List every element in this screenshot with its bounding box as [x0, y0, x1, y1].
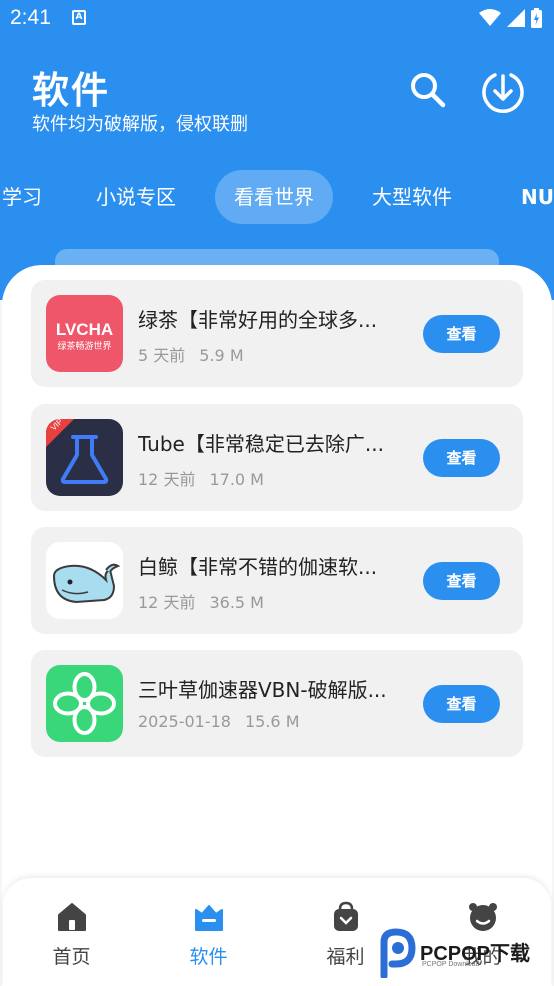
app-meta: 5 天前 5.9 M: [138, 342, 258, 366]
page-title: 软件: [32, 69, 110, 112]
tab-nu[interactable]: NU: [521, 170, 554, 224]
page-subtitle: 软件均为破解版，侵权联删: [32, 114, 248, 135]
home-icon: [57, 903, 86, 931]
tab-large-software[interactable]: 大型软件: [372, 170, 452, 224]
view-button[interactable]: 查看: [423, 562, 500, 600]
status-time: 2:41: [10, 6, 51, 29]
app-name: Tube【非常稳定已去除广...: [138, 432, 384, 456]
clover-app-icon: [46, 665, 123, 742]
pcpop-watermark: PCPOP下载 PCPOP Download: [376, 925, 554, 986]
app-updated: 12 天前: [138, 470, 196, 489]
app-updated: 2025-01-18: [138, 712, 231, 731]
search-icon: [411, 73, 446, 108]
nav-label: 软件: [189, 946, 228, 968]
whale-app-icon: [46, 542, 123, 619]
nav-software[interactable]: 软件: [140, 878, 277, 986]
app-card[interactable]: LVCHA 绿茶畅游世界 绿茶【非常好用的全球多... 5 天前 5.9 M 查看: [31, 280, 523, 387]
nav-label: 首页: [52, 946, 91, 968]
app-meta: 12 天前 36.5 M: [138, 589, 278, 613]
app-size: 17.0 M: [209, 470, 264, 489]
tab-see-world[interactable]: 看看世界: [215, 170, 333, 224]
tab-study[interactable]: 学习: [2, 170, 42, 224]
software-icon: [194, 905, 223, 931]
download-button[interactable]: [481, 70, 525, 114]
wifi-icon: [479, 9, 501, 26]
pcpop-logo-icon: [380, 928, 416, 978]
status-icons: [479, 8, 542, 28]
lvcha-app-icon: LVCHA 绿茶畅游世界: [46, 295, 123, 372]
app-card[interactable]: 白鲸【非常不错的伽速软... 12 天前 36.5 M 查看: [31, 527, 523, 634]
view-button[interactable]: 查看: [423, 315, 500, 353]
app-card[interactable]: 三叶草伽速器VBN-破解版... 2025-01-18 15.6 M 查看: [31, 650, 523, 757]
app-name: 绿茶【非常好用的全球多...: [138, 308, 378, 332]
app-size: 5.9 M: [199, 346, 244, 365]
app-meta: 12 天前 17.0 M: [138, 466, 278, 490]
app-size: 15.6 M: [244, 712, 300, 731]
view-button[interactable]: 查看: [423, 685, 500, 723]
signal-icon: [507, 9, 525, 27]
battery-icon: [531, 8, 542, 28]
view-button[interactable]: 查看: [423, 439, 500, 477]
notification-icon: A: [72, 10, 86, 25]
app-name: 三叶草伽速器VBN-破解版...: [138, 678, 387, 702]
app-card[interactable]: VIP Tube【非常稳定已去除广... 12 天前 17.0 M 查看: [31, 404, 523, 511]
tab-novels[interactable]: 小说专区: [96, 170, 176, 224]
nav-home[interactable]: 首页: [3, 878, 140, 986]
watermark-subtext: PCPOP Download: [422, 961, 480, 968]
download-icon: [482, 73, 524, 113]
flask-app-icon: VIP: [46, 419, 123, 496]
app-updated: 5 天前: [138, 346, 186, 365]
app-size: 36.5 M: [209, 593, 264, 612]
category-tabs: 学习 小说专区 看看世界 大型软件 NU: [0, 170, 554, 224]
app-name: 白鲸【非常不错的伽速软...: [138, 555, 378, 579]
status-bar: 2:41 A: [0, 0, 554, 36]
app-updated: 12 天前: [138, 593, 196, 612]
search-button[interactable]: [408, 70, 448, 110]
gift-icon: [333, 901, 358, 931]
app-icon-subtext: 绿茶畅游世界: [57, 340, 111, 352]
app-meta: 2025-01-18 15.6 M: [138, 712, 314, 731]
app-icon-text: LVCHA: [56, 320, 113, 339]
